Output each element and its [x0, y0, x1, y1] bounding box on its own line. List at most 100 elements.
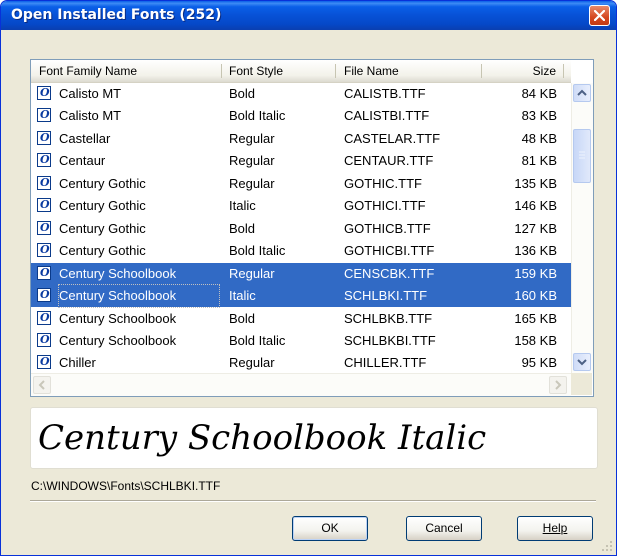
cell-family: Century Gothic: [59, 243, 146, 259]
cell-family: Century Schoolbook: [59, 310, 177, 326]
scroll-right-button[interactable]: [549, 376, 567, 394]
cell-size: 127 KB: [514, 220, 557, 236]
table-row[interactable]: O Century Schoolbook Italic SCHLBKI.TTF 160 …: [31, 284, 571, 309]
cell-family: Century Schoolbook: [59, 265, 177, 281]
scroll-corner: [571, 373, 592, 395]
cell-size: 95 KB: [521, 355, 557, 371]
opentype-font-icon: O: [37, 355, 51, 370]
dialog-title: Open Installed Fonts (252): [11, 7, 222, 23]
scroll-up-button[interactable]: [573, 84, 591, 102]
cell-family: Centaur: [59, 153, 106, 169]
table-row[interactable]: O Century Gothic Bold GOTHICB.TTF 127 KB: [31, 218, 571, 240]
cell-style: Bold Italic: [229, 108, 286, 124]
cell-size: 165 KB: [514, 310, 557, 326]
cell-file: SCHLBKI.TTF: [344, 288, 428, 304]
table-row[interactable]: O Century Gothic Bold Italic GOTHICBI.TTF 13…: [31, 240, 571, 262]
cell-style: Bold: [229, 310, 256, 326]
opentype-font-icon: O: [37, 153, 51, 168]
horizontal-scrollbar[interactable]: [31, 373, 571, 396]
table-row[interactable]: O Chiller Regular CHILLER.TTF 95 KB: [31, 352, 571, 374]
scroll-left-button[interactable]: [33, 376, 51, 394]
table-row[interactable]: O Calisto MT Bold Italic CALISTBI.TTF 83 KB: [31, 105, 571, 127]
chevron-up-icon: [577, 89, 587, 96]
grip-lines-icon: [579, 151, 585, 159]
opentype-font-icon: O: [37, 265, 51, 280]
opentype-font-icon: O: [37, 86, 51, 100]
cell-style: Regular: [229, 175, 275, 191]
cell-size: 83 KB: [521, 108, 557, 124]
opentype-font-icon: O: [37, 175, 51, 190]
cell-style: Bold: [229, 86, 256, 101]
cell-style: Regular: [229, 265, 275, 281]
ok-button[interactable]: OK: [292, 516, 368, 541]
cell-file: CHILLER.TTF: [344, 355, 427, 371]
opentype-font-icon: O: [37, 243, 51, 258]
cell-size: 159 KB: [514, 265, 557, 281]
cell-file: SCHLBKBI.TTF: [344, 332, 436, 348]
table-row[interactable]: O Century Schoolbook Bold SCHLBKB.TTF 165 KB: [31, 308, 571, 330]
vertical-scrollbar[interactable]: [571, 83, 593, 373]
scroll-thumb[interactable]: [573, 129, 591, 183]
cell-style: Bold Italic: [229, 243, 286, 259]
opentype-font-icon: O: [37, 332, 51, 347]
table-row[interactable]: O Centaur Regular CENTAUR.TTF 81 KB: [31, 150, 571, 172]
column-divider[interactable]: [221, 64, 222, 78]
cell-size: 84 KB: [521, 86, 557, 101]
chevron-right-icon: [555, 380, 562, 390]
table-row[interactable]: O Century Gothic Italic GOTHICI.TTF 146 KB: [31, 195, 571, 217]
table-row[interactable]: O Calisto MT Bold CALISTB.TTF 84 KB: [31, 83, 571, 105]
opentype-font-icon: O: [37, 220, 51, 235]
opentype-font-icon: O: [37, 108, 51, 123]
open-installed-fonts-dialog: Open Installed Fonts (252) Font Family N…: [0, 0, 617, 556]
cell-family: Century Gothic: [59, 175, 146, 191]
cell-size: 81 KB: [521, 153, 557, 169]
font-list[interactable]: Font Family Name Font Style File Name Si…: [30, 59, 594, 397]
help-button[interactable]: Help: [517, 516, 593, 541]
cell-file: GOTHICBI.TTF: [344, 243, 435, 259]
title-bar[interactable]: Open Installed Fonts (252): [1, 1, 616, 30]
cell-file: GOTHIC.TTF: [344, 175, 422, 191]
opentype-font-icon: O: [37, 310, 51, 325]
column-header-file[interactable]: File Name: [344, 60, 464, 82]
column-header-style[interactable]: Font Style: [229, 60, 329, 82]
cell-size: 48 KB: [521, 130, 557, 146]
chevron-left-icon: [38, 380, 45, 390]
cell-family: Calisto MT: [59, 86, 122, 101]
opentype-font-icon: O: [37, 198, 51, 213]
column-divider[interactable]: [563, 64, 564, 78]
table-row[interactable]: O Castellar Regular CASTELAR.TTF 48 KB: [31, 128, 571, 150]
cell-style: Bold: [229, 220, 256, 236]
column-header-family[interactable]: Font Family Name: [39, 60, 219, 82]
list-header: Font Family Name Font Style File Name Si…: [31, 60, 571, 83]
cell-family: Calisto MT: [59, 108, 122, 124]
cell-size: 146 KB: [514, 198, 557, 214]
separator: [30, 500, 596, 502]
file-path-label: C:\WINDOWS\Fonts\SCHLBKI.TTF: [31, 479, 221, 493]
cell-file: CALISTBI.TTF: [344, 108, 430, 124]
cell-style: Regular: [229, 130, 275, 146]
scroll-down-button[interactable]: [573, 353, 591, 371]
cell-family: Century Gothic: [59, 198, 146, 214]
cell-family: Century Gothic: [59, 220, 146, 236]
cancel-button[interactable]: Cancel: [406, 516, 482, 541]
column-divider[interactable]: [335, 64, 336, 78]
chevron-down-icon: [577, 359, 587, 366]
cell-size: 158 KB: [514, 332, 557, 348]
cell-file: CASTELAR.TTF: [344, 130, 441, 146]
cell-file: GOTHICI.TTF: [344, 198, 426, 214]
table-row[interactable]: O Century Gothic Regular GOTHIC.TTF 135 KB: [31, 173, 571, 195]
table-row[interactable]: O Century Schoolbook Bold Italic SCHLBKBI.T…: [31, 330, 571, 352]
table-row[interactable]: O Century Schoolbook Regular CENSCBK.TTF 159…: [31, 262, 571, 285]
column-header-size[interactable]: Size: [487, 60, 556, 82]
cell-style: Regular: [229, 355, 275, 371]
resize-grip-icon[interactable]: [601, 540, 613, 552]
close-button[interactable]: [589, 5, 610, 26]
cell-style: Italic: [229, 198, 256, 214]
cell-family: Castellar: [59, 130, 111, 146]
cell-file: GOTHICB.TTF: [344, 220, 431, 236]
cell-family: Chiller: [59, 355, 96, 371]
preview-text: Century Schoolbook Italic: [38, 418, 487, 458]
column-divider[interactable]: [481, 64, 482, 78]
cell-file: CENTAUR.TTF: [344, 153, 434, 169]
close-icon: [594, 10, 605, 21]
